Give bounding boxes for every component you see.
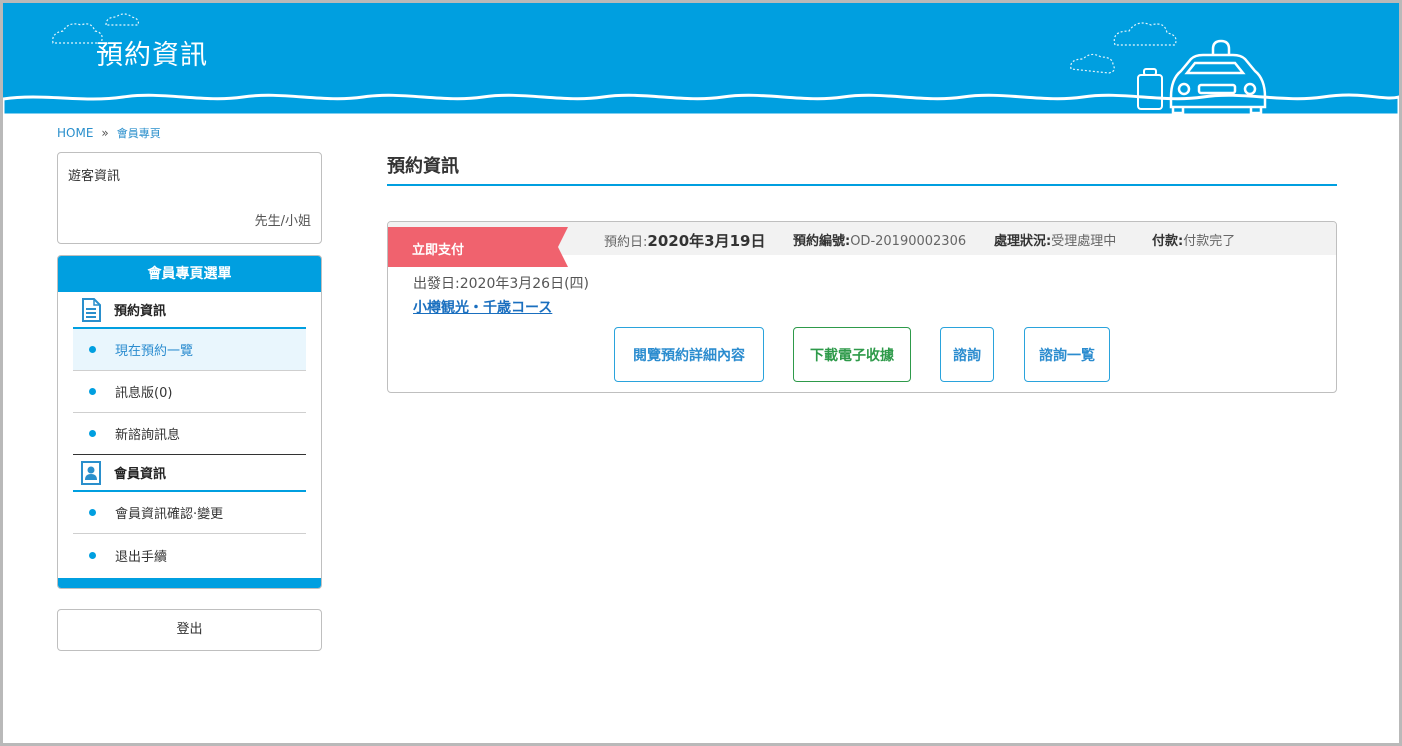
breadcrumb-home-link[interactable]: HOME — [57, 126, 93, 140]
menu-section-label: 預約資訊 — [114, 304, 167, 319]
reservation-number: 預約編號:OD-20190002306 — [793, 230, 966, 249]
page-title: 預約資訊 — [387, 152, 1337, 186]
bullet-icon — [89, 551, 96, 559]
reservation-date-label: 預約日: — [604, 235, 648, 250]
menu-item-current-reservations[interactable]: 現在預約一覽 — [73, 329, 306, 371]
reservation-status-label: 處理狀況: — [994, 234, 1052, 249]
reservation-status-value: 受理處理中 — [1051, 234, 1117, 249]
cloud-icon — [52, 13, 1177, 74]
download-receipt-button[interactable]: 下載電子收據 — [793, 327, 911, 382]
reservation-number-value: OD-20190002306 — [850, 234, 967, 249]
menu-item-label: 訊息版(0) — [115, 386, 173, 401]
reservation-payment-label: 付款: — [1152, 234, 1184, 249]
reservation-date: 預約日:2020年3月19日 — [604, 230, 765, 251]
header-illustration — [3, 13, 1399, 115]
menu-section-member: 會員資訊 — [73, 455, 306, 492]
view-details-button[interactable]: 閱覽預約詳細內容 — [614, 327, 764, 382]
logout-button[interactable]: 登出 — [57, 609, 322, 651]
pay-now-ribbon[interactable]: 立即支付 — [388, 227, 568, 267]
reservation-number-label: 預約編號: — [793, 234, 851, 249]
document-icon — [82, 297, 101, 322]
breadcrumb-separator: » — [101, 126, 109, 140]
menu-item-label: 新諮詢訊息 — [115, 428, 181, 443]
tour-name-link[interactable]: 小樽観光・千歳コース — [413, 297, 552, 317]
menu-item-label: 退出手續 — [115, 549, 168, 565]
departure-date-value: 2020年3月26日(四) — [459, 276, 589, 292]
reservation-status: 處理狀況:受理處理中 — [994, 230, 1116, 249]
guest-info-label: 遊客資訊 — [68, 169, 121, 184]
reservation-card: 立即支付 預約日:2020年3月19日 預約編號:OD-20190002306 … — [387, 221, 1337, 393]
site-header: 預約資訊 — [3, 3, 1399, 115]
inquiry-list-button[interactable]: 諮詢一覧 — [1024, 327, 1110, 382]
inquiry-button[interactable]: 諮詢 — [940, 327, 994, 382]
breadcrumb: HOME » 會員專頁 — [57, 125, 161, 141]
pay-now-label: 立即支付 — [412, 243, 465, 258]
header-title: 預約資訊 — [96, 40, 208, 71]
bullet-icon — [89, 509, 96, 516]
member-card-icon — [81, 460, 101, 485]
departure-date-label: 出發日: — [413, 276, 460, 292]
departure-date: 出發日:2020年3月26日(四) — [413, 273, 589, 293]
member-menu-footer — [58, 578, 321, 588]
bullet-icon — [89, 388, 96, 395]
menu-item-new-inquiry[interactable]: 新諮詢訊息 — [73, 413, 306, 455]
guest-info-box: 遊客資訊 先生/小姐 — [57, 152, 322, 244]
menu-section-label: 會員資訊 — [114, 467, 167, 482]
menu-item-label: 會員資訊確認·變更 — [115, 507, 224, 522]
reservation-payment: 付款:付款完了 — [1152, 230, 1235, 249]
member-menu-title: 會員專頁選單 — [58, 256, 321, 292]
menu-item-withdraw[interactable]: 退出手續 — [73, 534, 306, 576]
bullet-icon — [89, 430, 96, 437]
guest-honorific: 先生/小姐 — [254, 214, 311, 229]
menu-item-message-board[interactable]: 訊息版(0) — [73, 371, 306, 413]
menu-item-member-info-edit[interactable]: 會員資訊確認·變更 — [73, 492, 306, 534]
member-menu: 會員專頁選單 預約資訊 現在預約一覽 訊息版(0) 新諮詢訊息 會員資訊 會員資… — [57, 255, 322, 589]
reservation-payment-value: 付款完了 — [1183, 234, 1236, 249]
menu-item-label: 現在預約一覽 — [115, 344, 194, 359]
breadcrumb-current[interactable]: 會員專頁 — [117, 125, 161, 141]
reservation-date-value: 2020年3月19日 — [647, 232, 766, 250]
bullet-icon — [89, 346, 96, 353]
menu-section-reservation: 預約資訊 — [73, 292, 306, 329]
